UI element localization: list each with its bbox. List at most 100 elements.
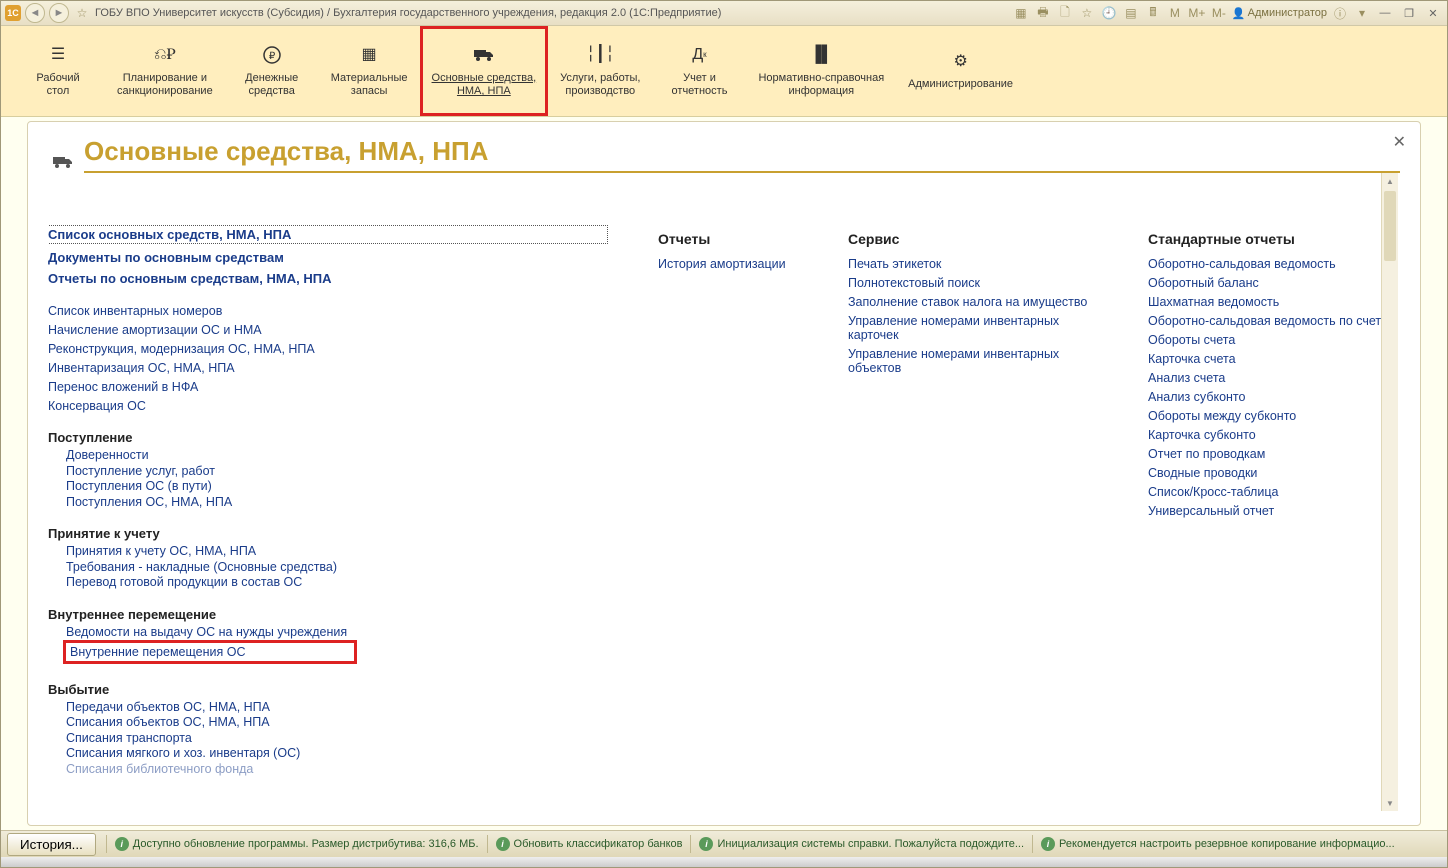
status-update-available[interactable]: iДоступно обновление программы. Размер д…	[111, 837, 483, 851]
link-between-subconto[interactable]: Обороты между субконто	[1148, 409, 1398, 423]
link-amort-history[interactable]: История амортизации	[658, 257, 798, 271]
reports-header: Отчеты	[658, 231, 798, 247]
link-asset-reports[interactable]: Отчеты по основным средствам, НМА, НПА	[48, 271, 608, 286]
service-column: Сервис Печать этикеток Полнотекстовый по…	[848, 223, 1098, 811]
maximize-button[interactable]: ❐	[1399, 5, 1419, 21]
link-product-transfer[interactable]: Перевод готовой продукции в состав ОС	[66, 575, 608, 589]
link-requirements[interactable]: Требования - накладные (Основные средств…	[66, 560, 608, 574]
group-internal-move: Внутреннее перемещение	[48, 607, 608, 622]
m-button[interactable]: M	[1166, 4, 1184, 22]
info-icon[interactable]: ⓘ	[1331, 4, 1349, 22]
link-poa[interactable]: Доверенности	[66, 448, 608, 462]
link-object-numbers[interactable]: Управление номерами инвентарных объектов	[848, 347, 1098, 375]
link-account-turnover[interactable]: Обороты счета	[1148, 333, 1398, 347]
service-header: Сервис	[848, 231, 1098, 247]
link-trial-balance[interactable]: Оборотно-сальдовая ведомость	[1148, 257, 1398, 271]
m-plus-button[interactable]: M+	[1188, 4, 1206, 22]
left-column: Список основных средств, НМА, НПА Докуме…	[48, 223, 608, 811]
link-asset-docs[interactable]: Документы по основным средствам	[48, 250, 608, 265]
link-library-writeoff[interactable]: Списания библиотечного фонда	[66, 762, 608, 776]
link-accept-asset[interactable]: Принятия к учету ОС, НМА, НПА	[66, 544, 608, 558]
vertical-scrollbar[interactable]: ▲ ▼	[1381, 173, 1398, 811]
toolbar-icon-2[interactable]: 🖶	[1034, 4, 1052, 22]
m-minus-button[interactable]: M-	[1210, 4, 1228, 22]
link-fulltext-search[interactable]: Полнотекстовый поиск	[848, 276, 1098, 290]
favorite-icon[interactable]: ☆	[73, 4, 91, 22]
close-button[interactable]: ✕	[1423, 5, 1443, 21]
nav-fixed-assets[interactable]: Основные средства, НМА, НПА	[420, 26, 549, 116]
scroll-up-icon[interactable]: ▲	[1382, 173, 1398, 189]
truck-icon	[473, 44, 495, 66]
calculator-icon[interactable]: 🖩	[1144, 4, 1162, 22]
link-inventarization[interactable]: Инвентаризация ОС, НМА, НПА	[48, 361, 608, 375]
link-conservation[interactable]: Консервация ОС	[48, 399, 608, 413]
nav-planning[interactable]: ⎌₽ Планирование и санкционирование	[105, 26, 225, 116]
toolbar-icon-1[interactable]: ▦	[1012, 4, 1030, 22]
link-asset-transfer[interactable]: Передачи объектов ОС, НМА, НПА	[66, 700, 608, 714]
app-icon: 1C	[5, 5, 21, 21]
link-entries-report[interactable]: Отчет по проводкам	[1148, 447, 1398, 461]
link-asset-intransit[interactable]: Поступления ОС (в пути)	[66, 479, 608, 493]
scroll-down-icon[interactable]: ▼	[1382, 795, 1398, 811]
reports-column: Отчеты История амортизации	[658, 223, 798, 811]
link-internal-movements[interactable]: Внутренние перемещения ОС	[63, 640, 357, 664]
link-amortization[interactable]: Начисление амортизации ОС и НМА	[48, 323, 608, 337]
info-icon: i	[699, 837, 713, 851]
link-account-analysis[interactable]: Анализ счета	[1148, 371, 1398, 385]
link-tax-rates[interactable]: Заполнение ставок налога на имущество	[848, 295, 1098, 309]
link-summary-entries[interactable]: Сводные проводки	[1148, 466, 1398, 480]
link-asset-writeoff[interactable]: Списания объектов ОС, НМА, НПА	[66, 715, 608, 729]
minimize-button[interactable]: —	[1375, 5, 1395, 21]
link-reconstruction[interactable]: Реконструкция, модернизация ОС, НМА, НПА	[48, 342, 608, 356]
gear-icon: ⚙	[950, 50, 972, 72]
link-account-card[interactable]: Карточка счета	[1148, 352, 1398, 366]
status-backup[interactable]: iРекомендуется настроить резервное копир…	[1037, 837, 1447, 851]
toolbar-icon-3[interactable]: 🗋	[1056, 4, 1074, 22]
panel-close-button[interactable]: ✕	[1393, 132, 1406, 152]
dropdown-icon[interactable]: ▾	[1353, 4, 1371, 22]
link-universal-report[interactable]: Универсальный отчет	[1148, 504, 1398, 518]
toolbar-icon-5[interactable]: 🕘	[1100, 4, 1118, 22]
toolbar-icon-4[interactable]: ☆	[1078, 4, 1096, 22]
books-icon: ▐▌	[810, 44, 832, 66]
link-trial-by-account[interactable]: Оборотно-сальдовая ведомость по счету	[1148, 314, 1398, 328]
page-title: Основные средства, НМА, НПА	[84, 136, 488, 167]
status-update-banks[interactable]: iОбновить классификатор банков	[492, 837, 687, 851]
grid-icon: ▦	[358, 44, 380, 66]
link-inventory-numbers[interactable]: Список инвентарных номеров	[48, 304, 608, 318]
nav-admin[interactable]: ⚙ Администрирование	[896, 26, 1025, 116]
link-transfer-nfa[interactable]: Перенос вложений в НФА	[48, 380, 608, 394]
toolbar-icon-6[interactable]: ▤	[1122, 4, 1140, 22]
link-chess-report[interactable]: Шахматная ведомость	[1148, 295, 1398, 309]
link-asset-list[interactable]: Список основных средств, НМА, НПА	[48, 225, 608, 244]
nav-services[interactable]: ╎┃╎ Услуги, работы, производство	[548, 26, 652, 116]
back-button[interactable]: ◄	[25, 3, 45, 23]
link-subconto-analysis[interactable]: Анализ субконто	[1148, 390, 1398, 404]
link-soft-writeoff[interactable]: Списания мягкого и хоз. инвентаря (ОС)	[66, 746, 608, 760]
link-card-numbers[interactable]: Управление номерами инвентарных карточек	[848, 314, 1098, 342]
link-issue-statements[interactable]: Ведомости на выдачу ОС на нужды учрежден…	[66, 625, 608, 639]
link-print-labels[interactable]: Печать этикеток	[848, 257, 1098, 271]
title-bar: 1C ◄ ► ☆ ГОБУ ВПО Университет искусств (…	[1, 1, 1447, 26]
status-help-init[interactable]: iИнициализация системы справки. Пожалуйс…	[695, 837, 1028, 851]
ruble-icon: ₽	[261, 44, 283, 66]
link-transport-writeoff[interactable]: Списания транспорта	[66, 731, 608, 745]
window-title: ГОБУ ВПО Университет искусств (Субсидия)…	[95, 7, 721, 19]
nav-materials[interactable]: ▦ Материальные запасы	[319, 26, 420, 116]
scroll-thumb[interactable]	[1384, 191, 1396, 261]
nav-desktop[interactable]: ☰ Рабочий стол	[11, 26, 105, 116]
nav-reference[interactable]: ▐▌ Нормативно-справочная информация	[746, 26, 896, 116]
link-subconto-card[interactable]: Карточка субконто	[1148, 428, 1398, 442]
user-menu[interactable]: 👤 Администратор	[1232, 7, 1327, 20]
history-button[interactable]: История...	[7, 833, 96, 856]
nav-cash[interactable]: ₽ Денежные средства	[225, 26, 319, 116]
link-turnover-balance[interactable]: Оборотный баланс	[1148, 276, 1398, 290]
nav-accounting[interactable]: Дк Учет и отчетность	[652, 26, 746, 116]
group-acceptance: Принятие к учету	[48, 526, 608, 541]
link-crosstab[interactable]: Список/Кросс-таблица	[1148, 485, 1398, 499]
link-service-receipt[interactable]: Поступление услуг, работ	[66, 464, 608, 478]
forward-button[interactable]: ►	[49, 3, 69, 23]
info-icon: i	[496, 837, 510, 851]
std-reports-header: Стандартные отчеты	[1148, 231, 1398, 247]
link-asset-receipt[interactable]: Поступления ОС, НМА, НПА	[66, 495, 608, 509]
